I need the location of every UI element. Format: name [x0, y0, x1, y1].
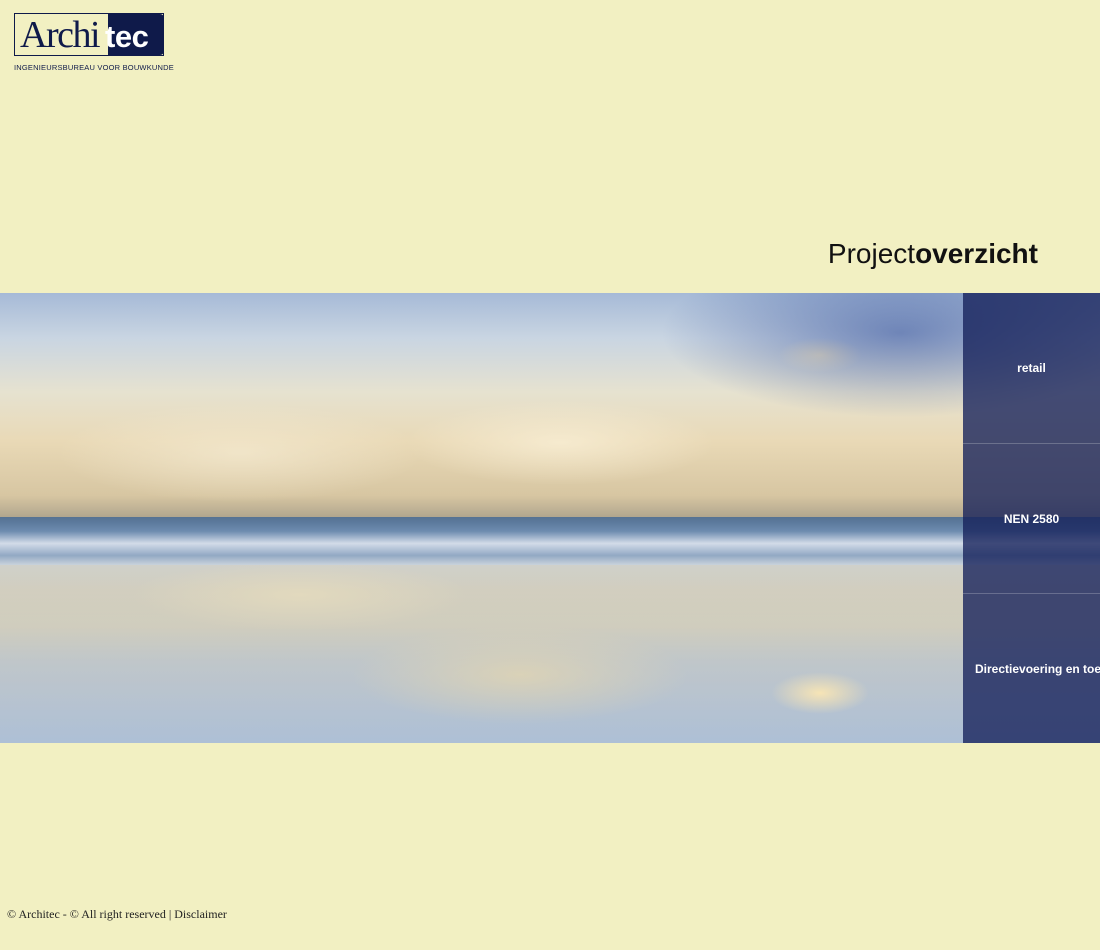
hero-beach-reflection-image — [0, 565, 1100, 743]
hero-sky-image — [0, 293, 1100, 523]
logo-tagline: INGENIEURSBUREAU VOOR BOUWKUNDE — [14, 63, 174, 72]
logo-wordmark-archi: Archi — [20, 14, 101, 56]
nav-item-label: Directievoering en toez — [975, 661, 1100, 676]
logo[interactable]: Archi tec INGENIEURSBUREAU VOOR BOUWKUNDE — [14, 13, 184, 72]
footer-copyright: © Architec - © All right reserved | — [7, 907, 175, 921]
logo-wordmark-tec: tec — [105, 19, 149, 54]
disclaimer-link[interactable]: Disclaimer — [174, 907, 227, 921]
hero-banner: retail NEN 2580 Directievoering en toez — [0, 293, 1100, 743]
hero-sea-image — [0, 517, 1100, 565]
page-title: Projectoverzicht — [828, 238, 1038, 270]
footer: © Architec - © All right reserved | Disc… — [7, 907, 227, 922]
page-title-bold: overzicht — [915, 238, 1038, 269]
nav-item-nen-2580[interactable]: NEN 2580 — [963, 443, 1100, 593]
nav-item-retail[interactable]: retail — [963, 293, 1100, 443]
nav-item-label: retail — [1017, 361, 1046, 375]
nav-item-label: NEN 2580 — [1003, 511, 1060, 526]
page-title-regular: Project — [827, 238, 916, 269]
logo-wordmark: Archi tec — [20, 14, 149, 56]
logo-mark: Archi tec — [14, 13, 164, 56]
project-category-nav: retail NEN 2580 Directievoering en toez — [963, 293, 1100, 743]
nav-item-directievoering[interactable]: Directievoering en toez — [963, 593, 1100, 743]
